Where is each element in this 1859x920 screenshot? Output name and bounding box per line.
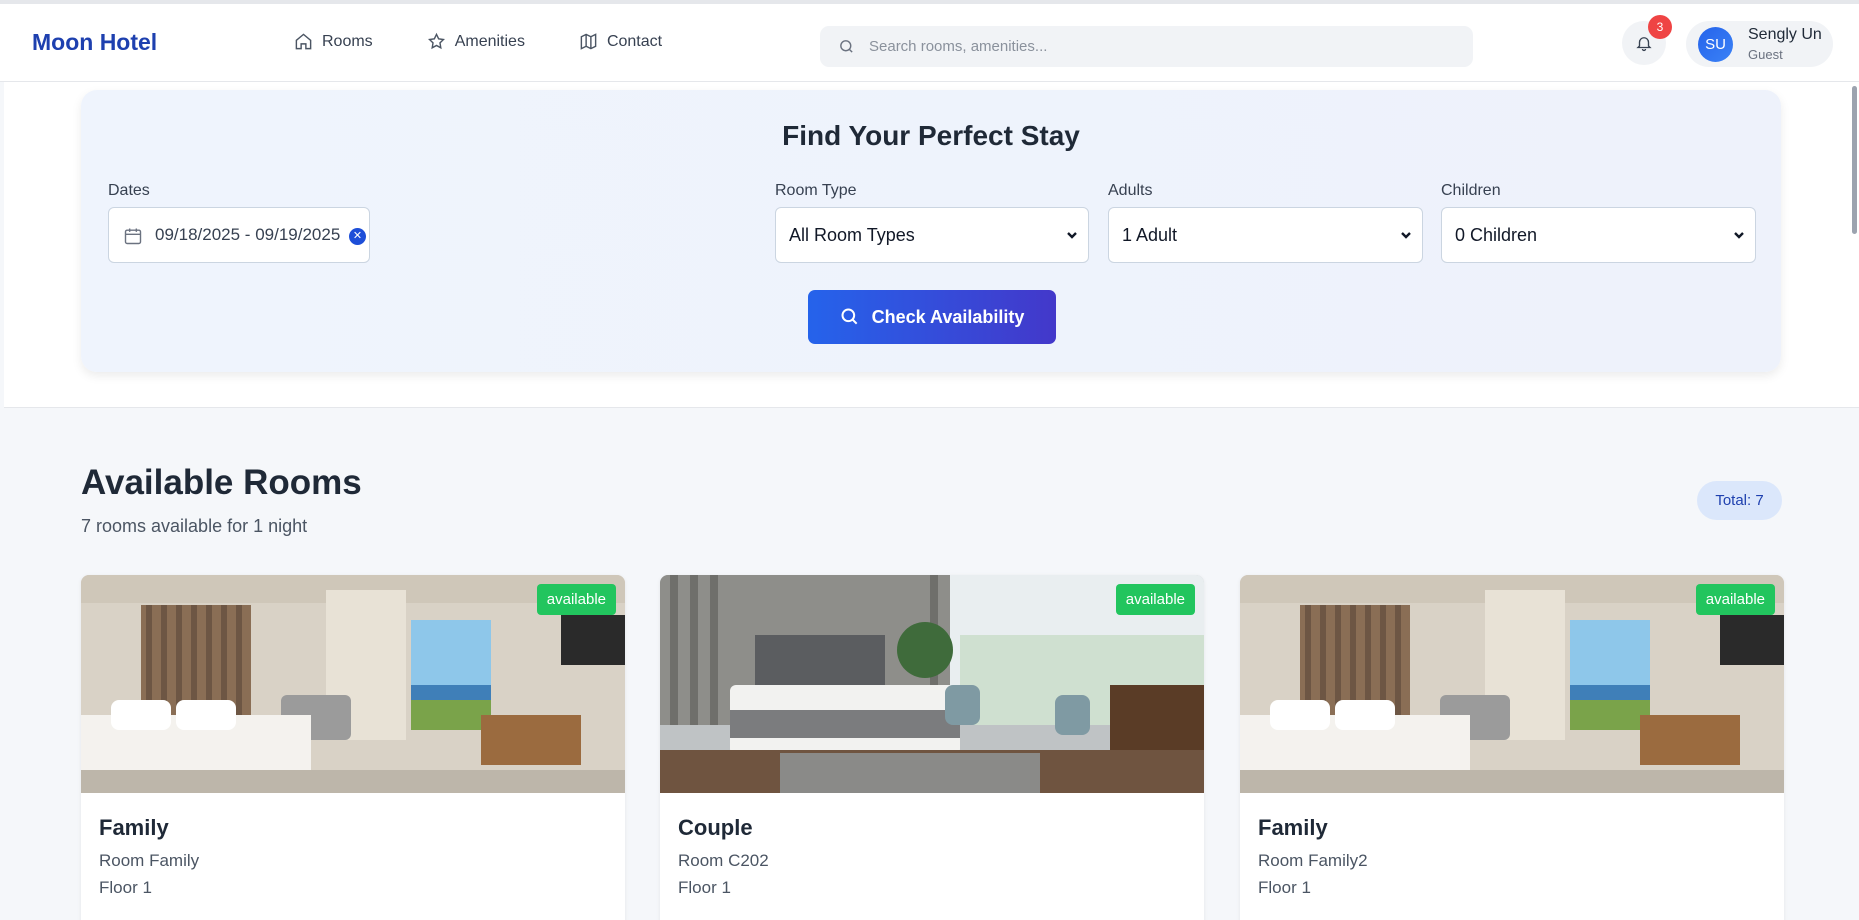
nav-rooms-label: Rooms [322,32,373,50]
search-panel: Find Your Perfect Stay Dates 09/18/2025 … [81,90,1781,372]
children-label: Children [1441,182,1501,199]
dates-label: Dates [108,182,150,199]
home-icon [295,33,312,50]
user-menu[interactable]: SU Sengly Un Guest [1686,21,1833,67]
room-photo: available [660,575,1204,793]
chevron-down-icon [1734,232,1744,239]
room-title: Family [99,815,169,840]
bell-icon [1636,37,1652,52]
room-floor: Floor 1 [1258,878,1311,897]
date-range-value: 09/18/2025 - 09/19/2025 [155,225,341,244]
adults-value: 1 Adult [1122,224,1178,245]
top-navbar: Moon Hotel Rooms Amenities Contact [0,0,1859,82]
available-rooms-heading: Available Rooms [81,463,362,502]
main-nav: Rooms Amenities Contact [294,32,662,51]
nav-rooms[interactable]: Rooms [294,32,373,51]
user-role: Guest [1748,47,1783,62]
calendar-icon [124,228,142,245]
children-select[interactable]: 0 Children [1441,207,1756,263]
adults-label: Adults [1108,182,1153,199]
room-title: Family [1258,815,1328,840]
nav-amenities[interactable]: Amenities [427,32,525,51]
room-floor: Floor 1 [99,878,152,897]
date-range-input[interactable]: 09/18/2025 - 09/19/2025 ✕ [108,207,370,263]
chevron-down-icon [1401,232,1411,239]
star-icon [427,32,445,50]
room-photo: available [81,575,625,793]
total-count-badge: Total: 7 [1697,481,1782,520]
adults-select[interactable]: 1 Adult [1108,207,1423,263]
brand-logo[interactable]: Moon Hotel [32,29,157,56]
clear-dates-button[interactable]: ✕ [349,228,366,245]
room-card[interactable]: available Family Room Family Floor 1 [81,575,625,920]
page-scrollbar[interactable] [1852,86,1857,234]
search-input[interactable] [869,38,1429,55]
notification-count-badge: 3 [1648,15,1672,39]
room-number: Room C202 [678,851,769,870]
room-title: Couple [678,815,753,840]
room-number: Room Family2 [1258,851,1368,870]
nav-contact[interactable]: Contact [579,32,662,51]
status-badge: available [1695,584,1775,615]
close-icon: ✕ [352,230,363,242]
panel-title: Find Your Perfect Stay [782,120,1080,151]
search-icon [841,308,857,325]
global-search[interactable] [820,26,1473,67]
room-photo: available [1240,575,1784,793]
room-type-value: All Room Types [789,224,915,245]
children-value: 0 Children [1455,224,1538,245]
available-rooms-subtitle: 7 rooms available for 1 night [81,516,308,536]
check-availability-button[interactable]: Check Availability [808,290,1056,344]
check-availability-label: Check Availability [871,306,1025,327]
nav-contact-label: Contact [606,32,663,50]
room-number: Room Family [99,851,200,870]
room-card[interactable]: available Couple Room C202 Floor 1 [660,575,1204,920]
room-type-select[interactable]: All Room Types [775,207,1089,263]
room-floor: Floor 1 [678,878,731,897]
search-icon [840,40,853,53]
nav-amenities-label: Amenities [454,32,525,50]
chevron-down-icon [1067,232,1077,239]
room-card[interactable]: available Family Room Family2 Floor 1 [1240,575,1784,920]
status-badge: available [1115,584,1195,615]
map-icon [580,33,597,50]
status-badge: available [536,584,616,615]
room-type-label: Room Type [775,182,857,199]
user-name: Sengly Un [1748,26,1822,43]
avatar: SU [1698,27,1733,62]
